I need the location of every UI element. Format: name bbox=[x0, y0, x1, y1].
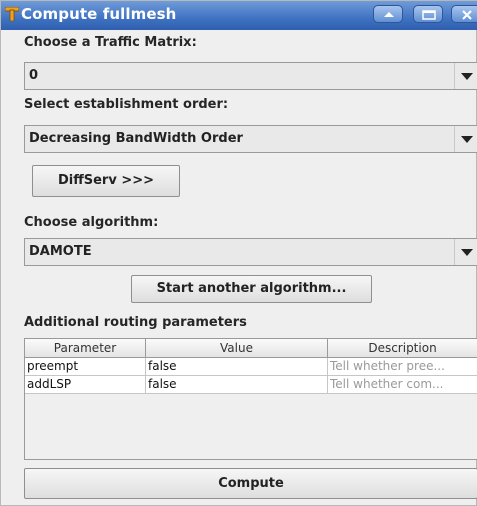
chevron-down-icon[interactable] bbox=[454, 63, 477, 89]
column-header-parameter[interactable]: Parameter bbox=[25, 339, 146, 357]
compute-fullmesh-window: Compute fullmesh Choose a Traffic Matrix… bbox=[0, 0, 477, 506]
establishment-order-value: Decreasing BandWidth Order bbox=[29, 131, 243, 146]
cell-value[interactable]: false bbox=[146, 376, 328, 393]
algorithm-label: Choose algorithm: bbox=[24, 215, 159, 230]
maximize-button[interactable] bbox=[413, 5, 443, 23]
column-header-value[interactable]: Value bbox=[146, 339, 328, 357]
diffserv-button-label: DiffServ >>> bbox=[57, 173, 155, 188]
maximize-icon bbox=[422, 10, 436, 20]
routing-parameters-table: Parameter Value Description preempt fals… bbox=[24, 338, 477, 460]
table-header: Parameter Value Description bbox=[25, 339, 477, 358]
app-logo-icon bbox=[4, 6, 20, 22]
compute-button[interactable]: Compute bbox=[24, 468, 477, 499]
traffic-matrix-value: 0 bbox=[29, 68, 39, 83]
chevron-down-icon[interactable] bbox=[454, 126, 477, 152]
title-bar[interactable]: Compute fullmesh bbox=[1, 1, 477, 30]
cell-parameter: preempt bbox=[25, 358, 146, 375]
window-title: Compute fullmesh bbox=[21, 5, 177, 23]
minimize-icon bbox=[384, 12, 394, 17]
routing-parameters-label: Additional routing parameters bbox=[24, 315, 247, 330]
compute-button-label: Compute bbox=[218, 476, 284, 491]
diffserv-button[interactable]: DiffServ >>> bbox=[32, 165, 180, 197]
start-another-algorithm-button[interactable]: Start another algorithm... bbox=[131, 275, 372, 303]
cell-description: Tell whether com... bbox=[330, 377, 444, 391]
establishment-order-label: Select establishment order: bbox=[24, 97, 229, 112]
close-button[interactable] bbox=[451, 5, 477, 23]
start-another-algorithm-label: Start another algorithm... bbox=[156, 281, 347, 296]
cell-parameter: addLSP bbox=[25, 376, 146, 393]
minimize-button[interactable] bbox=[373, 5, 403, 23]
table-row[interactable]: preempt false Tell whether pree... bbox=[25, 358, 477, 376]
chevron-down-icon[interactable] bbox=[454, 239, 477, 265]
algorithm-select[interactable]: DAMOTE bbox=[24, 238, 477, 266]
cell-description: Tell whether pree... bbox=[330, 359, 445, 373]
establishment-order-select[interactable]: Decreasing BandWidth Order bbox=[24, 125, 477, 153]
cell-value[interactable]: false bbox=[146, 358, 328, 375]
column-header-description[interactable]: Description bbox=[328, 339, 477, 357]
close-icon bbox=[462, 10, 472, 20]
algorithm-value: DAMOTE bbox=[29, 244, 92, 259]
traffic-matrix-label: Choose a Traffic Matrix: bbox=[24, 35, 197, 50]
table-row[interactable]: addLSP false Tell whether com... bbox=[25, 376, 477, 394]
traffic-matrix-select[interactable]: 0 bbox=[24, 62, 477, 90]
